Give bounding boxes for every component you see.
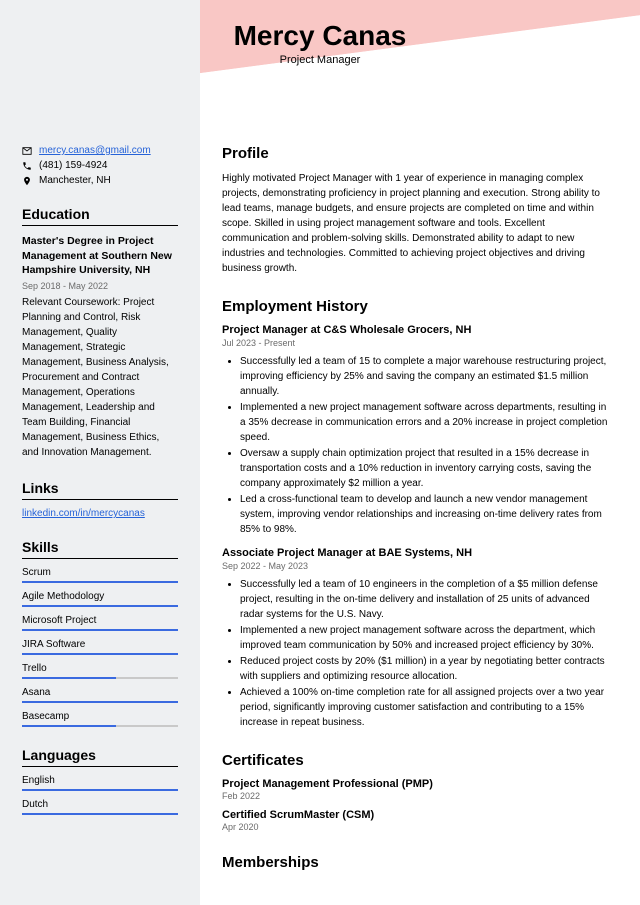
- main-column: Profile Highly motivated Project Manager…: [200, 0, 640, 905]
- skill-bar: [22, 581, 178, 583]
- contact-email-row: mercy.canas@gmail.com: [22, 145, 178, 156]
- job-item: Associate Project Manager at BAE Systems…: [222, 547, 612, 730]
- job-bullets: Successfully led a team of 15 to complet…: [222, 354, 612, 537]
- cert-date: Feb 2022: [222, 791, 612, 801]
- skill-bar: [22, 725, 178, 727]
- profile-heading: Profile: [222, 145, 612, 162]
- skill-bar: [22, 605, 178, 607]
- cert-title: Project Management Professional (PMP): [222, 778, 612, 790]
- job-bullet: Implemented a new project management sof…: [240, 623, 612, 653]
- memberships-section: Memberships: [222, 854, 612, 871]
- language-item: Dutch: [22, 799, 178, 815]
- languages-list: English Dutch: [22, 775, 178, 815]
- language-fill: [22, 789, 178, 791]
- job-bullet: Successfully led a team of 10 engineers …: [240, 577, 612, 622]
- language-item: English: [22, 775, 178, 791]
- job-bullet: Oversaw a supply chain optimization proj…: [240, 446, 612, 491]
- language-bar: [22, 813, 178, 815]
- skill-name: Trello: [22, 663, 178, 674]
- phone-icon: [22, 161, 32, 171]
- skill-fill: [22, 725, 116, 727]
- education-heading: Education: [22, 206, 178, 226]
- skill-name: Scrum: [22, 567, 178, 578]
- language-name: English: [22, 775, 178, 786]
- skill-name: Asana: [22, 687, 178, 698]
- language-bar: [22, 789, 178, 791]
- links-heading: Links: [22, 480, 178, 500]
- sidebar: mercy.canas@gmail.com (481) 159-4924 Man…: [0, 0, 200, 905]
- job-bullet: Reduced project costs by 20% ($1 million…: [240, 654, 612, 684]
- skill-name: Agile Methodology: [22, 591, 178, 602]
- skill-bar: [22, 677, 178, 679]
- language-name: Dutch: [22, 799, 178, 810]
- job-bullet: Successfully led a team of 15 to complet…: [240, 354, 612, 399]
- skill-item: Basecamp: [22, 711, 178, 727]
- job-dates: Sep 2022 - May 2023: [222, 561, 612, 571]
- employment-section: Employment History Project Manager at C&…: [222, 298, 612, 730]
- skill-fill: [22, 653, 178, 655]
- person-title: Project Manager: [0, 54, 640, 66]
- job-bullet: Implemented a new project management sof…: [240, 400, 612, 445]
- contact-location-row: Manchester, NH: [22, 175, 178, 186]
- skill-item: Scrum: [22, 567, 178, 583]
- job-bullet: Led a cross-functional team to develop a…: [240, 492, 612, 537]
- skill-bar: [22, 701, 178, 703]
- contact-phone-row: (481) 159-4924: [22, 160, 178, 171]
- skill-fill: [22, 701, 178, 703]
- skill-fill: [22, 605, 178, 607]
- job-item: Project Manager at C&S Wholesale Grocers…: [222, 324, 612, 537]
- skill-name: JIRA Software: [22, 639, 178, 650]
- skills-list: Scrum Agile Methodology Microsoft Project J…: [22, 567, 178, 727]
- employment-heading: Employment History: [222, 298, 612, 315]
- job-bullet: Achieved a 100% on-time completion rate …: [240, 685, 612, 730]
- education-degree: Master's Degree in Project Management at…: [22, 234, 178, 278]
- linkedin-link[interactable]: linkedin.com/in/mercycanas: [22, 508, 145, 519]
- profile-text: Highly motivated Project Manager with 1 …: [222, 171, 612, 276]
- education-coursework: Relevant Coursework: Project Planning an…: [22, 295, 178, 460]
- languages-heading: Languages: [22, 747, 178, 767]
- skills-heading: Skills: [22, 539, 178, 559]
- job-dates: Jul 2023 - Present: [222, 338, 612, 348]
- skill-name: Basecamp: [22, 711, 178, 722]
- skill-item: Asana: [22, 687, 178, 703]
- email-link[interactable]: mercy.canas@gmail.com: [39, 145, 151, 156]
- phone-text: (481) 159-4924: [39, 160, 107, 171]
- skill-bar: [22, 629, 178, 631]
- skill-item: Agile Methodology: [22, 591, 178, 607]
- jobs-list: Project Manager at C&S Wholesale Grocers…: [222, 324, 612, 730]
- skill-item: Trello: [22, 663, 178, 679]
- person-name: Mercy Canas: [0, 20, 640, 52]
- job-title: Associate Project Manager at BAE Systems…: [222, 547, 612, 559]
- header: Mercy Canas Project Manager: [0, 20, 640, 66]
- skill-bar: [22, 653, 178, 655]
- certs-list: Project Management Professional (PMP)Feb…: [222, 778, 612, 832]
- location-text: Manchester, NH: [39, 175, 111, 186]
- cert-date: Apr 2020: [222, 822, 612, 832]
- language-fill: [22, 813, 178, 815]
- skill-item: JIRA Software: [22, 639, 178, 655]
- certificates-heading: Certificates: [222, 752, 612, 769]
- certificates-section: Certificates Project Management Professi…: [222, 752, 612, 832]
- skill-fill: [22, 581, 178, 583]
- education-dates: Sep 2018 - May 2022: [22, 281, 178, 291]
- cert-title: Certified ScrumMaster (CSM): [222, 809, 612, 821]
- job-title: Project Manager at C&S Wholesale Grocers…: [222, 324, 612, 336]
- skill-item: Microsoft Project: [22, 615, 178, 631]
- skill-name: Microsoft Project: [22, 615, 178, 626]
- location-icon: [22, 176, 32, 186]
- profile-section: Profile Highly motivated Project Manager…: [222, 145, 612, 276]
- email-icon: [22, 146, 32, 156]
- job-bullets: Successfully led a team of 10 engineers …: [222, 577, 612, 730]
- memberships-heading: Memberships: [222, 854, 612, 871]
- skill-fill: [22, 629, 178, 631]
- skill-fill: [22, 677, 116, 679]
